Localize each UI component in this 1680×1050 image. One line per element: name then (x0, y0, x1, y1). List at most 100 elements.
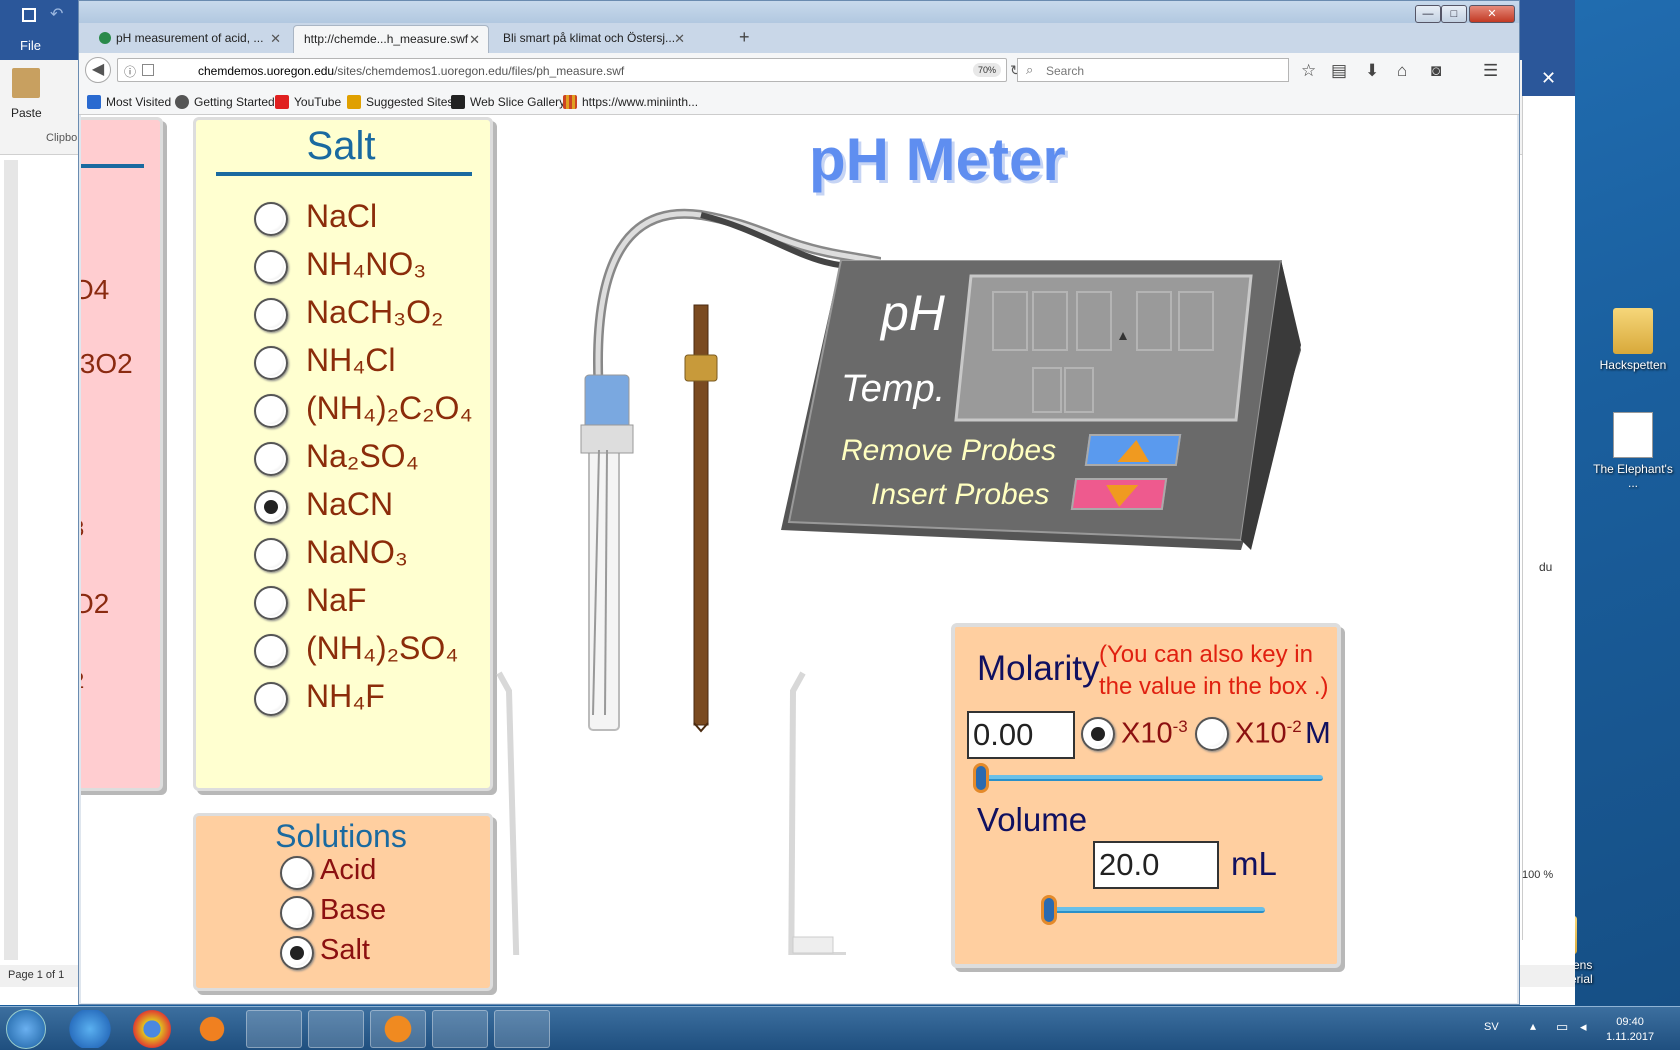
tab-ph-measure-swf[interactable]: http://chemde...h_measure.swf ✕ (293, 25, 489, 53)
ph-label: pH (881, 285, 945, 341)
start-button[interactable] (6, 1009, 46, 1049)
document-shortcut-icon (1613, 412, 1653, 458)
molarity-slider-track[interactable] (979, 775, 1323, 781)
swf-content: O4 I3O2 3 O2 2 Salt NaCl NH₄NO₃ NaCH₃O₂ NH₄… (81, 115, 1517, 1003)
molarity-label: Molarity (977, 649, 1100, 688)
close-button[interactable]: ✕ (1469, 5, 1515, 23)
bookmark-youtube[interactable]: YouTube (275, 95, 341, 109)
close-tab-icon[interactable]: ✕ (674, 31, 685, 47)
close-tab-icon[interactable]: ✕ (469, 32, 480, 48)
taskbar-firefox-icon[interactable] (370, 1010, 426, 1048)
salt-radio-10[interactable] (254, 682, 288, 716)
salt-option-label: NaNO₃ (306, 534, 408, 570)
taskbar-chrome-icon[interactable] (124, 1010, 180, 1048)
volume-input[interactable]: 20.0 (1093, 841, 1219, 889)
back-button[interactable]: ◀ (85, 57, 111, 83)
word-page-right: du (1522, 60, 1575, 940)
tab-label: http://chemde...h_measure.swf (304, 32, 469, 46)
info-icon[interactable]: ⓘ (124, 63, 136, 80)
solution-radio-acid[interactable] (280, 856, 314, 890)
network-icon[interactable]: ▭ (1556, 1019, 1568, 1035)
word-close-button[interactable]: ✕ (1522, 60, 1575, 96)
bookmark-web-slice-gallery[interactable]: Web Slice Gallery (451, 95, 565, 109)
salt-radio-7[interactable] (254, 538, 288, 572)
system-clock[interactable]: 09:40 1.11.2017 (1606, 1015, 1654, 1045)
bookmark-star-icon[interactable]: ☆ (1301, 61, 1316, 81)
taskbar-skype-icon[interactable] (432, 1010, 488, 1048)
side-text: du (1539, 560, 1553, 574)
salt-radio-0[interactable] (254, 202, 288, 236)
clock-time: 09:40 (1616, 1016, 1644, 1028)
tab-ph-measurement[interactable]: pH measurement of acid, ... ✕ (89, 25, 289, 53)
minimize-button[interactable]: — (1415, 5, 1441, 23)
salt-radio-8[interactable] (254, 586, 288, 620)
save-icon[interactable] (22, 8, 36, 22)
taskbar-explorer-icon[interactable] (308, 1010, 364, 1048)
salt-radio-2[interactable] (254, 298, 288, 332)
pocket-icon[interactable]: ◙ (1431, 61, 1441, 81)
search-input[interactable]: ⌕ Search (1017, 58, 1289, 82)
molarity-input[interactable]: 0.00 (967, 711, 1075, 759)
bookmark-getting-started[interactable]: Getting Started (175, 95, 275, 109)
salt-radio-5[interactable] (254, 442, 288, 476)
clock-date: 1.11.2017 (1606, 1031, 1655, 1043)
zoom-indicator[interactable]: 70% (973, 63, 1001, 77)
tray-up-icon[interactable]: ▴ (1530, 1019, 1536, 1033)
volume-slider-thumb[interactable] (1041, 895, 1057, 925)
unit-x10-2-radio[interactable] (1195, 717, 1229, 751)
bookmark-miniinth[interactable]: https://www.miniinth... (563, 95, 698, 109)
tab-bli-smart[interactable]: Bli smart på klimat och Östersj... ✕ (493, 25, 693, 53)
close-tab-icon[interactable]: ✕ (270, 31, 281, 47)
maximize-button[interactable]: □ (1441, 5, 1467, 23)
salt-panel-title: Salt (306, 124, 376, 168)
home-icon[interactable]: ⌂ (1397, 61, 1407, 81)
taskbar-word-icon[interactable] (494, 1010, 550, 1048)
menu-icon[interactable]: ☰ (1483, 61, 1498, 81)
taskbar-ie-icon[interactable] (62, 1010, 118, 1048)
bookmark-suggested-sites[interactable]: Suggested Sites (347, 95, 453, 109)
undo-icon[interactable]: ↶ (50, 4, 63, 24)
suggested-sites-icon (347, 95, 361, 109)
web-slice-icon (451, 95, 465, 109)
beaker (496, 671, 806, 955)
solution-radio-base[interactable] (280, 896, 314, 930)
salt-panel: Salt NaCl NH₄NO₃ NaCH₃O₂ NH₄Cl (NH₄)₂C₂O₄ Na₂… (193, 117, 493, 791)
salt-radio-1[interactable] (254, 250, 288, 284)
remove-probes-button[interactable] (1084, 434, 1182, 466)
salt-radio-4[interactable] (254, 394, 288, 428)
salt-radio-6[interactable] (254, 490, 288, 524)
temperature-probe-collar (684, 354, 718, 382)
molarity-slider-thumb[interactable] (973, 763, 989, 793)
bookmark-label: Suggested Sites (366, 95, 454, 109)
desktop-icon-elephant[interactable]: The Elephant's ... (1588, 412, 1678, 490)
word-zoom[interactable]: 100 % (1522, 869, 1553, 881)
temp-label: Temp. (841, 368, 946, 410)
tab-favicon-icon (99, 32, 111, 44)
navigation-bar: ◀ ⓘ chemdemos.uoregon.edu/sites/chemdemo… (79, 53, 1519, 89)
taskbar-media-icon[interactable] (184, 1010, 240, 1048)
desktop-icon-hackspetten[interactable]: Hackspetten (1588, 308, 1678, 372)
volume-slider-track[interactable] (1049, 907, 1265, 913)
paste-button[interactable]: Paste (11, 106, 42, 120)
unit-x10-3-label: X10-3 (1121, 717, 1188, 750)
bookmark-label: YouTube (294, 95, 342, 109)
pink-label-3: O2 (81, 588, 110, 619)
salt-radio-9[interactable] (254, 634, 288, 668)
pink-label-1: I3O2 (81, 348, 133, 379)
page-count: Page 1 of 1 (8, 969, 65, 981)
paste-icon[interactable] (12, 68, 40, 98)
unit-x10-3-radio[interactable] (1081, 717, 1115, 751)
language-indicator[interactable]: SV (1484, 1021, 1499, 1033)
bookmark-most-visited[interactable]: Most Visited (87, 95, 171, 109)
url-bar[interactable]: ⓘ chemdemos.uoregon.edu/sites/chemdemos1… (117, 58, 1022, 82)
solution-radio-salt[interactable] (280, 936, 314, 970)
file-menu[interactable]: File (20, 38, 41, 53)
insert-probes-button[interactable] (1070, 478, 1168, 510)
volume-icon[interactable]: ◂ (1580, 1019, 1587, 1035)
bookmarks-bar: Most Visited Getting Started YouTube Sug… (79, 89, 1519, 115)
reading-list-icon[interactable]: ▤ (1331, 61, 1347, 81)
new-tab-button[interactable]: + (739, 27, 750, 48)
salt-radio-3[interactable] (254, 346, 288, 380)
download-icon[interactable]: ⬇ (1365, 61, 1379, 81)
taskbar-outlook-icon[interactable] (246, 1010, 302, 1048)
